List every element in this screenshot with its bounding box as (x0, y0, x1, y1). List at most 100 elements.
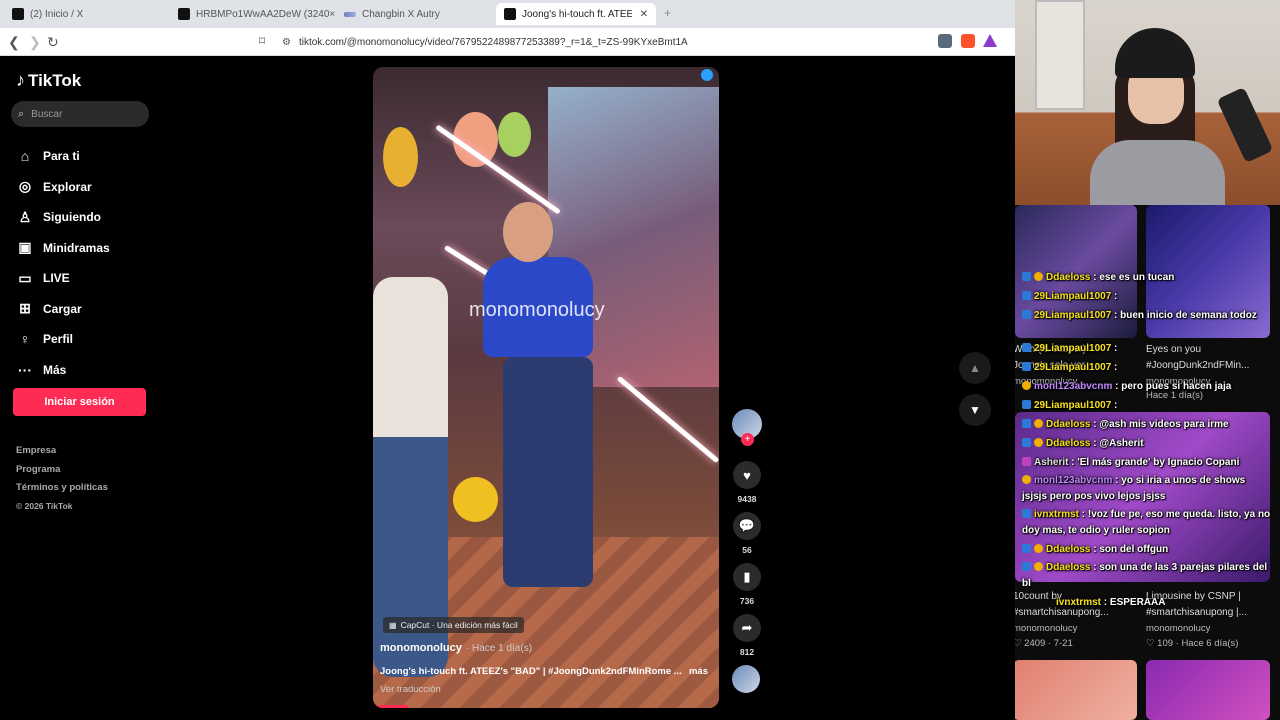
badge-icon (1022, 362, 1031, 371)
badge-icon (1034, 272, 1043, 281)
chat-text: : @ash mis videos para irme (1093, 419, 1229, 430)
video-thumbnail[interactable] (1146, 660, 1270, 720)
microphone (1216, 86, 1274, 164)
chat-message: Ddaeloss : @Asherit (1022, 434, 1272, 453)
volume-icon[interactable] (701, 69, 713, 81)
sidebar-item-perfil[interactable]: ♀ Perfil (16, 324, 156, 355)
sidebar-item-para-ti[interactable]: ⌂ Para ti (16, 141, 156, 172)
streamer-beanie (1115, 28, 1195, 78)
sidebar-item-minidramas[interactable]: ▣ Minidramas (16, 233, 156, 264)
chat-user: Ddaeloss (1046, 438, 1091, 449)
tab-image[interactable]: HRBMPo1WwAA2DeW (3240×4050) (170, 3, 335, 25)
search-input[interactable]: ⌕ Buscar (11, 101, 149, 127)
url-field[interactable]: ⚙ tiktok.com/@monomonolucy/video/7679522… (282, 33, 932, 51)
save-button[interactable]: ▮ (733, 563, 761, 591)
sidebar-item-cargar[interactable]: ⊞ Cargar (16, 294, 156, 325)
badge-icon (1022, 343, 1031, 352)
chat-message: Ddaeloss : @ash mis videos para irme (1022, 415, 1272, 434)
author-avatar[interactable]: + (732, 409, 762, 446)
tab-x-home[interactable]: (2) Inicio / X (4, 3, 169, 25)
tab-tiktok[interactable]: Joong's hi-touch ft. ATEEZ's "BAD" ✕ (496, 3, 656, 25)
chat-message: 29Liampaul1007 : buen inicio de semana t… (1022, 306, 1272, 325)
badge-icon (1034, 419, 1043, 428)
follow-plus-icon[interactable]: + (741, 433, 754, 446)
like-count: 9438 (737, 494, 757, 504)
badge-icon (1022, 381, 1031, 390)
video-player[interactable]: monomonolucy ▦ CapCut · Una edición más … (373, 67, 719, 708)
search-placeholder: Buscar (31, 108, 63, 120)
badge-icon (1034, 544, 1043, 553)
badge-icon (1022, 310, 1031, 319)
dancer-head (503, 202, 553, 262)
login-button[interactable]: Iniciar sesión (13, 388, 146, 416)
badge-icon (1022, 438, 1031, 447)
profile-icon: ♀ (19, 331, 31, 348)
dancer-jeans (503, 357, 593, 587)
music-disc-avatar[interactable] (732, 665, 760, 693)
badge-icon (1022, 272, 1031, 281)
address-bar: ❮ ❯ ↻ ⌑ ⚙ tiktok.com/@monomonolucy/video… (0, 28, 1015, 56)
chat-message: 29Liampaul1007 : (1022, 358, 1272, 377)
sidebar-item-label: Perfil (43, 332, 74, 347)
background-door (1035, 0, 1085, 110)
site-info-icon[interactable]: ⚙ (282, 37, 291, 48)
bookmark-icon[interactable]: ⌑ (259, 34, 265, 48)
stage-light (616, 375, 719, 464)
video-progress[interactable] (373, 705, 408, 708)
more-button[interactable]: más (689, 666, 708, 677)
description-text: Joong's hi-touch ft. ATEEZ's "BAD" | #Jo… (380, 666, 682, 677)
chat-user: Asherit (1034, 457, 1069, 468)
comment-button[interactable]: 💬 (733, 512, 761, 540)
tiktok-icon (504, 8, 516, 20)
copyright: © 2026 TikTok (16, 500, 73, 511)
sidebar-item-label: Explorar (43, 179, 92, 194)
sidebar-item-label: Más (43, 362, 67, 377)
chat-user: Ddaeloss (1046, 419, 1091, 430)
thumb-author[interactable]: monomonolucy (1015, 623, 1077, 634)
footer-link-empresa[interactable]: Empresa (16, 445, 108, 464)
forward-icon[interactable]: ❯ (29, 34, 41, 51)
chat-user: 29Liampaul1007 (1034, 400, 1112, 411)
sidebar-item-live[interactable]: ▭ LIVE (16, 263, 156, 294)
footer-link-terminos[interactable]: Términos y políticas (16, 482, 108, 501)
chat-text: : (1114, 362, 1118, 373)
share-button[interactable]: ➦ (733, 614, 761, 642)
chat-text: : ESPERAAA (1103, 597, 1166, 608)
reload-icon[interactable]: ↻ (47, 34, 59, 51)
sidebar-item-mas[interactable]: ··· Más (16, 355, 156, 386)
chat-message: Asherit : 'El más grande' by Ignacio Cop… (1022, 453, 1272, 472)
share-icon: ➦ (741, 620, 753, 635)
brave-shield-icon[interactable] (961, 34, 975, 48)
like-button[interactable]: ♥ (733, 461, 761, 489)
tiktok-logo[interactable]: ♪ TikTok (16, 70, 81, 91)
tab-changbin[interactable]: Changbin X Autry (336, 3, 496, 25)
prev-video-button[interactable]: ▲ (959, 352, 991, 384)
chat-message: ivnxtrmst : !voz fue pe, eso me queda. l… (1022, 506, 1272, 540)
sidebar-item-explorar[interactable]: ◎ Explorar (16, 172, 156, 203)
close-icon[interactable]: ✕ (640, 9, 648, 20)
x-icon (12, 8, 24, 20)
video-author[interactable]: monomonolucy · Hace 1 día(s) (380, 642, 532, 654)
video-thumbnail[interactable] (1015, 660, 1137, 720)
new-tab-button[interactable]: + (664, 6, 671, 20)
search-icon: ⌕ (18, 107, 25, 120)
thumb-meta: ♡ 2409 · 7-21 (1015, 638, 1073, 649)
capcut-badge[interactable]: ▦ CapCut · Una edición más fácil (383, 617, 524, 633)
next-video-button[interactable]: ▼ (959, 394, 991, 426)
badge-icon (1022, 419, 1031, 428)
brave-rewards-icon[interactable] (983, 34, 997, 47)
logo-text: TikTok (28, 70, 82, 90)
live-icon: ▭ (18, 269, 32, 286)
translate-icon[interactable] (938, 34, 952, 48)
back-icon[interactable]: ❮ (8, 34, 20, 51)
thumb-author[interactable]: monomonolucy (1146, 623, 1210, 634)
chat-user: ivnxtrmst (1056, 597, 1102, 608)
sidebar-item-label: Para ti (43, 149, 80, 164)
translate-link[interactable]: Ver traducción (380, 684, 441, 695)
sidebar-item-label: Cargar (43, 301, 82, 316)
footer-link-programa[interactable]: Programa (16, 464, 108, 483)
chevron-down-icon: ▼ (969, 403, 981, 417)
sidebar-item-siguiendo[interactable]: ♙ Siguiendo (16, 202, 156, 233)
balloon (498, 112, 531, 157)
chat-text: : @Asherit (1093, 438, 1144, 449)
